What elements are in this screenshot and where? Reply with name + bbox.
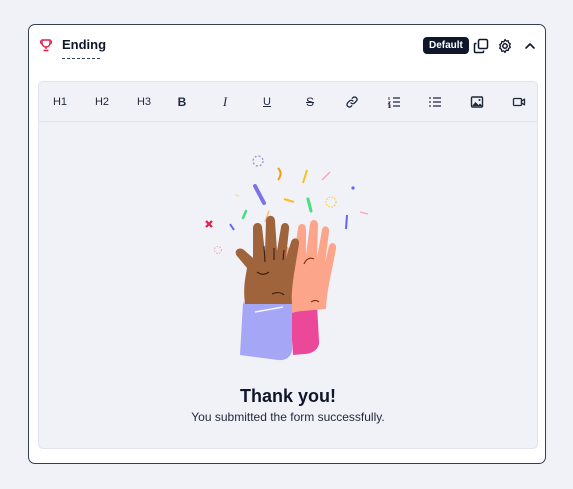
italic-button[interactable]: I (213, 92, 237, 112)
thank-you-heading: Thank you! (239, 386, 336, 406)
image-button[interactable] (465, 92, 489, 112)
video-button[interactable] (507, 92, 531, 112)
high-five-illustration (205, 155, 369, 361)
heading-2-button[interactable]: H2 (90, 92, 114, 112)
chevron-up-icon[interactable] (522, 38, 538, 54)
bullet-list-icon (429, 97, 441, 107)
rich-text-editor[interactable]: H1 H2 H3 B I U S Thank you! You submitte… (38, 81, 538, 449)
image-icon (470, 96, 484, 108)
ordered-list-icon (387, 97, 400, 108)
default-badge: Default (423, 37, 469, 54)
gear-icon[interactable] (497, 38, 513, 54)
editor-toolbar: H1 H2 H3 B I U S (39, 82, 537, 122)
bold-button[interactable]: B (170, 92, 194, 112)
link-icon (346, 96, 358, 108)
card-header: Ending Default (29, 25, 545, 81)
card-title[interactable]: Ending (62, 37, 106, 52)
heading-1-button[interactable]: H1 (48, 92, 72, 112)
video-icon (512, 97, 526, 107)
link-button[interactable] (340, 92, 364, 112)
trophy-icon (39, 39, 53, 52)
ordered-list-button[interactable] (382, 92, 406, 112)
ending-card: Ending Default H1 H2 H3 B I U S Thank yo… (28, 24, 546, 464)
heading-3-button[interactable]: H3 (132, 92, 156, 112)
copy-icon[interactable] (473, 38, 489, 54)
bullet-list-button[interactable] (423, 92, 447, 112)
title-underline (62, 58, 100, 59)
thank-you-subheading: You submitted the form successfully. (191, 410, 385, 424)
underline-button[interactable]: U (255, 92, 279, 112)
strikethrough-button[interactable]: S (298, 92, 322, 112)
